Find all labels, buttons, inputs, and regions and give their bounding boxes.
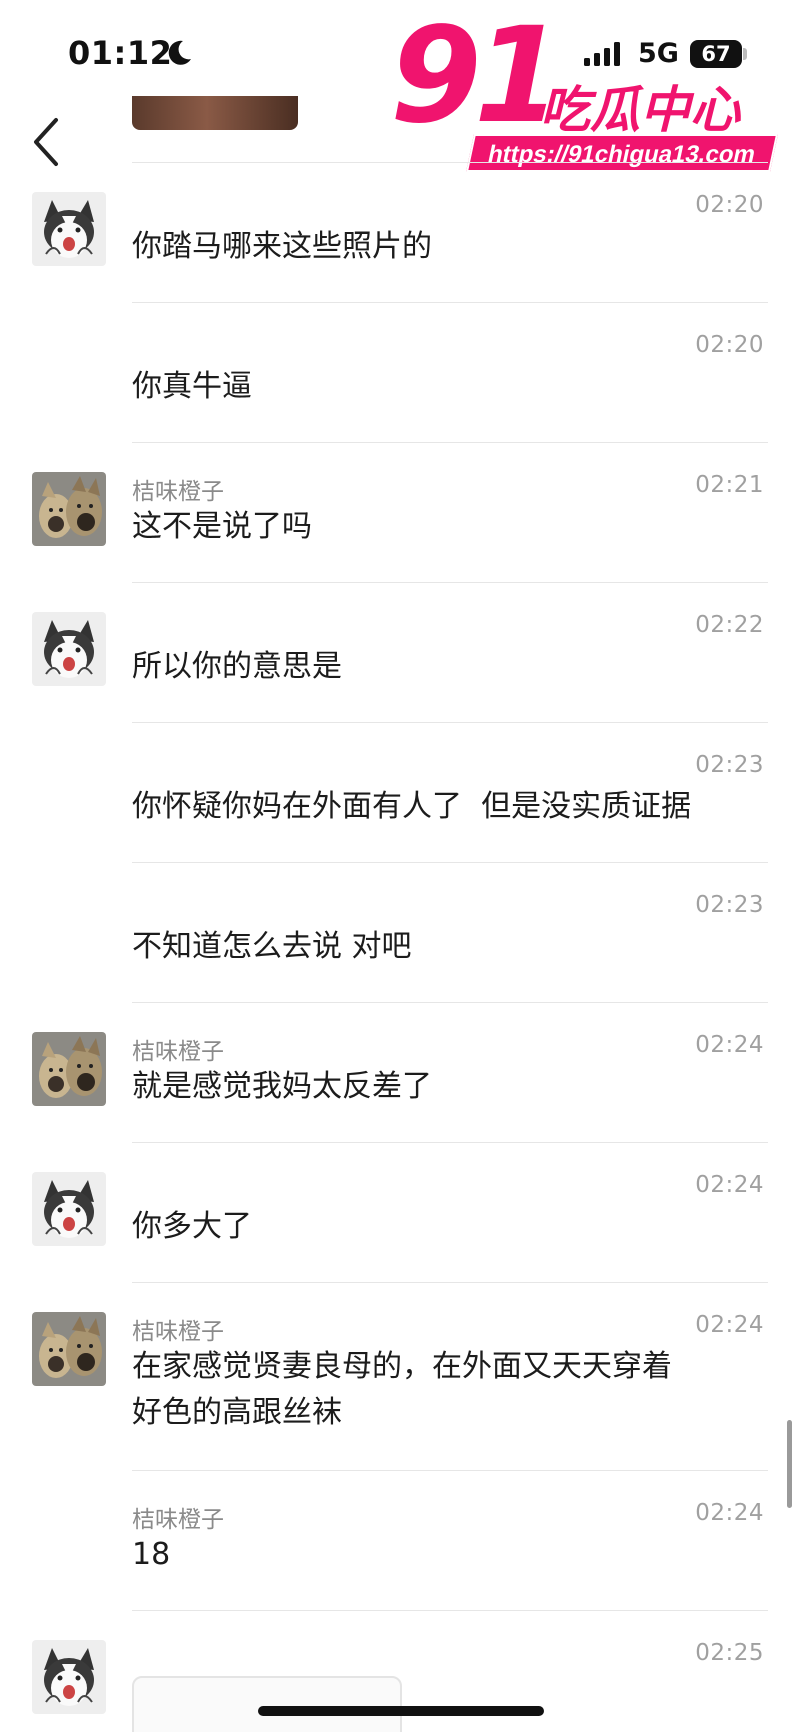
scrollbar-thumb[interactable] [787, 1420, 792, 1508]
message-sender: 桔味橙子 [132, 479, 224, 505]
message-timestamp: 02:24 [695, 1500, 764, 1526]
message-text[interactable]: 就是感觉我妈太反差了 [132, 1064, 762, 1110]
husky-avatar[interactable] [32, 1172, 106, 1246]
message-divider [132, 1470, 768, 1471]
dogs-avatar[interactable] [32, 1032, 106, 1106]
message-sender: 桔味橙子 [132, 1507, 224, 1533]
message-text[interactable]: 18 [132, 1532, 762, 1578]
message-timestamp: 02:25 [695, 1640, 764, 1666]
message-timestamp: 02:24 [695, 1032, 764, 1058]
message-text[interactable]: 你踏马哪来这些照片的 [132, 224, 762, 270]
battery-icon: 67 [690, 40, 742, 68]
message-timestamp: 02:23 [695, 892, 764, 918]
battery-tip [743, 48, 747, 60]
moon-icon [168, 40, 191, 65]
message-divider [132, 1610, 768, 1611]
dogs-avatar[interactable] [32, 1312, 106, 1386]
message-text[interactable]: 你怀疑你妈在外面有人了 但是没实质证据 [132, 784, 762, 830]
message-sender: 桔味橙子 [132, 1319, 224, 1345]
message-text[interactable]: 所以你的意思是 [132, 644, 762, 690]
network-label: 5G [638, 38, 679, 69]
message-divider [132, 162, 768, 163]
message-timestamp: 02:21 [695, 472, 764, 498]
chat-screen: 01:12 5G 67 91 吃瓜中心 https://91chigua13.c… [0, 0, 800, 1732]
message-divider [132, 1142, 768, 1143]
message-divider [132, 862, 768, 863]
partial-image-bubble[interactable] [132, 1676, 402, 1732]
message-text[interactable]: 不知道怎么去说 对吧 [132, 924, 762, 970]
message-divider [132, 442, 768, 443]
signal-icon [584, 42, 620, 66]
message-timestamp: 02:20 [695, 332, 764, 358]
message-text[interactable]: 你多大了 [132, 1204, 762, 1250]
husky-avatar[interactable] [32, 192, 106, 266]
message-divider [132, 582, 768, 583]
watermark-logo-text: 吃瓜中心 [540, 81, 740, 139]
message-divider [132, 722, 768, 723]
watermark-logo-number: 91 [390, 0, 566, 153]
husky-avatar[interactable] [32, 1640, 106, 1714]
status-time: 01:12 [68, 34, 173, 72]
husky-avatar[interactable] [32, 612, 106, 686]
message-divider [132, 1282, 768, 1283]
message-timestamp: 02:20 [695, 192, 764, 218]
message-divider [132, 302, 768, 303]
message-text[interactable]: 在家感觉贤妻良母的，在外面又天天穿着 好色的高跟丝袜 [132, 1344, 762, 1436]
message-timestamp: 02:22 [695, 612, 764, 638]
message-timestamp: 02:23 [695, 752, 764, 778]
message-timestamp: 02:24 [695, 1312, 764, 1338]
home-indicator[interactable] [258, 1706, 544, 1716]
shared-photo-thumbnail[interactable] [132, 96, 298, 130]
back-chevron-icon[interactable] [28, 112, 64, 172]
message-timestamp: 02:24 [695, 1172, 764, 1198]
dogs-avatar[interactable] [32, 472, 106, 546]
message-text[interactable]: 你真牛逼 [132, 364, 762, 410]
message-text[interactable]: 这不是说了吗 [132, 504, 762, 550]
message-divider [132, 1002, 768, 1003]
message-sender: 桔味橙子 [132, 1039, 224, 1065]
watermark-url: https://91chigua13.com [465, 134, 779, 172]
